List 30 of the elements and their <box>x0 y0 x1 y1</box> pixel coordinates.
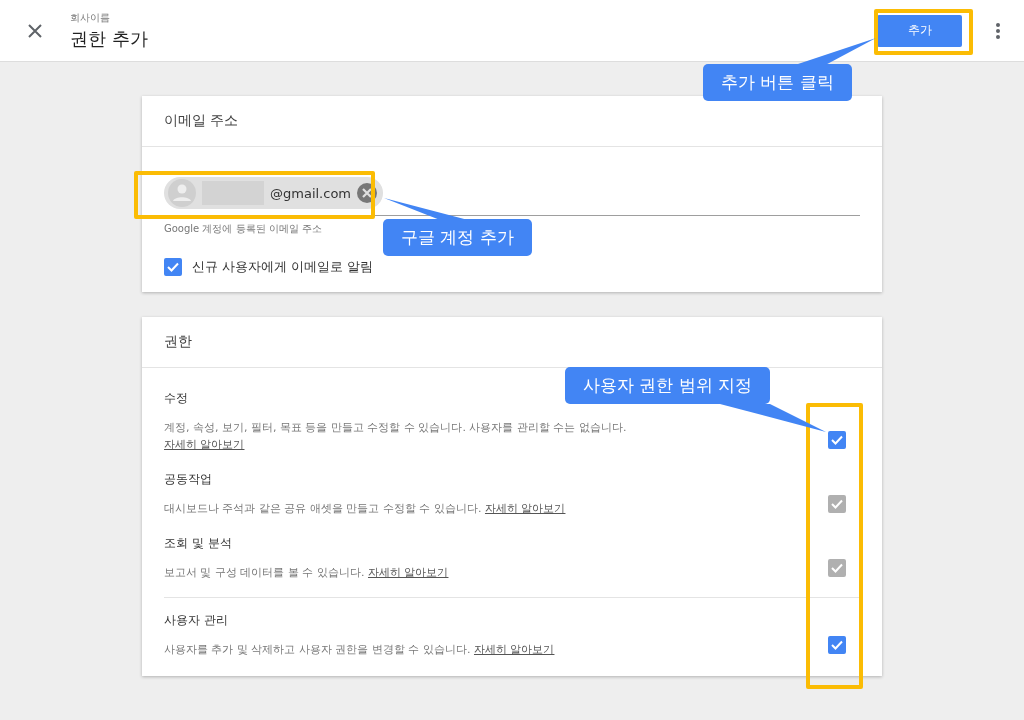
notify-checkbox[interactable] <box>164 258 182 276</box>
callout-bubble: 추가 버튼 클릭 <box>703 64 852 101</box>
close-button[interactable] <box>26 21 44 40</box>
add-button[interactable]: 추가 <box>877 14 962 47</box>
learn-more-link[interactable]: 자세히 알아보기 <box>473 643 555 656</box>
close-icon <box>27 22 43 39</box>
notify-label: 신규 사용자에게 이메일로 알림 <box>192 258 374 276</box>
permission-description: 계정, 속성, 보기, 필터, 목표 등을 만들고 수정할 수 있습니다. 사용자를 관리할 수는 없습니다. 자세히 알아보기 <box>164 420 628 453</box>
permission-checkbox[interactable] <box>828 431 846 449</box>
permission-description: 사용자를 추가 및 삭제하고 사용자 권한을 변경할 수 있습니다. 자세히 알아보기 <box>164 642 556 658</box>
email-chip[interactable]: @gmail.com <box>164 177 383 209</box>
check-icon <box>166 260 180 274</box>
permission-checkbox[interactable] <box>828 636 846 654</box>
remove-icon[interactable] <box>357 183 377 203</box>
permission-name: 공동작업 <box>164 471 213 488</box>
page-title: 권한 추가 <box>70 26 149 51</box>
permission-name: 수정 <box>164 390 189 407</box>
email-field[interactable]: @gmail.com <box>164 177 860 216</box>
learn-more-link[interactable]: 자세히 알아보기 <box>164 438 245 451</box>
check-icon <box>830 433 844 447</box>
permission-name: 조회 및 분석 <box>164 535 233 552</box>
more-icon <box>996 22 1000 39</box>
email-text: @gmail.com <box>270 185 351 201</box>
check-icon <box>830 638 844 652</box>
permission-name: 사용자 관리 <box>164 612 229 629</box>
person-icon <box>168 179 196 207</box>
account-name: 회사이름 <box>70 10 111 25</box>
field-hint: Google 계정에 등록된 이메일 주소 <box>164 222 323 236</box>
permission-description: 보고서 및 구성 데이터를 볼 수 있습니다. 자세히 알아보기 <box>164 565 450 581</box>
permission-description: 대시보드나 주석과 같은 공유 애셋을 만들고 수정할 수 있습니다. 자세히 알아보기 <box>164 501 567 517</box>
